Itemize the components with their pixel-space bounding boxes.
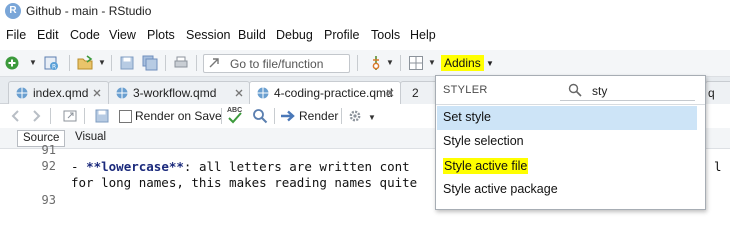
window-title: Github - main - RStudio <box>26 4 152 18</box>
toolbar-separator <box>221 108 222 124</box>
addins-search-value: sty <box>592 84 608 98</box>
back-icon[interactable] <box>8 108 24 124</box>
addins-button[interactable]: Addins <box>441 55 484 71</box>
addin-style-active-package[interactable]: Style active package <box>437 178 697 202</box>
tab-label: 3-workflow.qmd <box>133 86 217 100</box>
menu-build[interactable]: Build <box>238 28 266 42</box>
forward-icon[interactable] <box>28 108 44 124</box>
toolbar-separator <box>341 108 342 124</box>
search-icon <box>568 83 582 97</box>
pane-layout-icon[interactable] <box>408 55 424 71</box>
addin-label: Style selection <box>443 134 524 148</box>
toolbar-separator <box>400 55 401 71</box>
popup-section-header: STYLER <box>443 84 488 96</box>
tab-3-workflow-qmd[interactable]: 3-workflow.qmd <box>108 81 250 104</box>
tab-4-coding-practice-qmd[interactable]: 4-coding-practice.qmd <box>249 81 401 104</box>
addin-label: Style active file <box>443 158 529 174</box>
new-file-icon[interactable] <box>4 55 20 71</box>
render-button[interactable]: Render <box>299 109 338 123</box>
menu-tools[interactable]: Tools <box>371 28 400 42</box>
gear-dropdown-icon[interactable]: ▼ <box>368 113 376 122</box>
quarto-file-icon <box>116 87 128 99</box>
close-icon[interactable] <box>93 89 101 97</box>
title-bar: R Github - main - RStudio <box>0 0 730 24</box>
tab-partial-right[interactable]: q <box>705 81 730 104</box>
toolbar-separator <box>69 55 70 71</box>
tab-label: 2 <box>412 86 419 100</box>
popup-divider <box>436 104 705 105</box>
quarto-file-icon <box>16 87 28 99</box>
render-on-save-label: Render on Save <box>135 109 222 123</box>
gear-icon[interactable] <box>347 108 363 124</box>
line-number-gutter: 91 92 93 <box>0 143 64 208</box>
toolbar-separator <box>165 55 166 71</box>
open-folder-icon[interactable] <box>77 55 93 71</box>
new-file-dropdown-icon[interactable]: ▼ <box>29 58 37 67</box>
tab-index-qmd[interactable]: index.qmd <box>8 81 109 104</box>
toolbar-separator <box>50 108 51 124</box>
close-icon[interactable] <box>235 89 243 97</box>
quarto-file-icon <box>257 87 269 99</box>
code-overflow-char: l <box>714 159 722 174</box>
toolbar-separator <box>84 108 85 124</box>
toolbar-separator <box>196 55 197 71</box>
git-icon[interactable] <box>368 55 384 71</box>
addin-style-selection[interactable]: Style selection <box>437 130 697 154</box>
save-icon[interactable] <box>94 108 110 124</box>
pane-layout-dropdown-icon[interactable]: ▼ <box>428 58 436 67</box>
menu-file[interactable]: File <box>6 28 26 42</box>
menu-plots[interactable]: Plots <box>147 28 175 42</box>
menu-session[interactable]: Session <box>186 28 230 42</box>
menu-edit[interactable]: Edit <box>37 28 59 42</box>
menu-debug[interactable]: Debug <box>276 28 313 42</box>
menu-code[interactable]: Code <box>70 28 100 42</box>
tab-label: q <box>708 86 715 100</box>
find-replace-icon[interactable] <box>252 108 268 124</box>
save-icon[interactable] <box>119 55 135 71</box>
main-toolbar: ▼ R ▼ Go to file/function ▼ ▼ Addins ▼ <box>0 50 730 77</box>
save-all-icon[interactable] <box>142 55 158 71</box>
menu-help[interactable]: Help <box>410 28 436 42</box>
addin-label: Style active package <box>443 182 558 196</box>
toolbar-separator <box>357 55 358 71</box>
tab-label: 4-coding-practice.qmd <box>274 86 393 100</box>
show-in-window-icon[interactable] <box>62 108 78 124</box>
line-number: 93 <box>41 193 56 207</box>
addin-label: Set style <box>443 110 491 124</box>
addins-popup: STYLER sty Set style Style selection Sty… <box>435 75 706 210</box>
tab-label: index.qmd <box>33 86 89 100</box>
code-text: - <box>71 159 87 174</box>
line-number: 91 <box>41 143 56 157</box>
toolbar-separator <box>274 108 275 124</box>
menu-bar: File Edit Code View Plots Session Build … <box>0 24 730 46</box>
menu-view[interactable]: View <box>109 28 136 42</box>
rstudio-logo: R <box>5 3 21 19</box>
render-arrow-icon[interactable] <box>280 108 296 124</box>
open-dropdown-icon[interactable]: ▼ <box>98 58 106 67</box>
goto-file-function[interactable]: Go to file/function <box>203 54 350 73</box>
svg-text:R: R <box>52 64 56 71</box>
goto-arrow-icon <box>209 58 219 68</box>
addin-style-active-file[interactable]: Style active file <box>437 154 697 178</box>
spell-check-icon[interactable] <box>228 111 242 124</box>
line-number: 92 <box>41 159 56 173</box>
new-project-icon[interactable]: R <box>43 55 59 71</box>
code-line: - **lowercase**: all letters are written… <box>71 159 410 174</box>
addins-dropdown-icon[interactable]: ▼ <box>486 59 494 68</box>
goto-placeholder: Go to file/function <box>230 57 324 71</box>
addins-search-field[interactable]: sty <box>560 80 695 101</box>
print-icon[interactable] <box>173 55 189 71</box>
code-line: for long names, this makes reading names… <box>71 175 417 190</box>
code-text: for long names, this makes reading names… <box>71 175 418 190</box>
code-text: : all letters are written cont <box>183 159 410 174</box>
visual-mode-button[interactable]: Visual <box>75 131 106 143</box>
close-icon[interactable] <box>386 89 394 97</box>
render-on-save-checkbox[interactable] <box>119 110 132 123</box>
git-dropdown-icon[interactable]: ▼ <box>386 58 394 67</box>
toolbar-separator <box>111 55 112 71</box>
menu-profile[interactable]: Profile <box>324 28 359 42</box>
markdown-bold-text: **lowercase** <box>86 159 184 174</box>
addin-set-style[interactable]: Set style <box>437 106 697 130</box>
